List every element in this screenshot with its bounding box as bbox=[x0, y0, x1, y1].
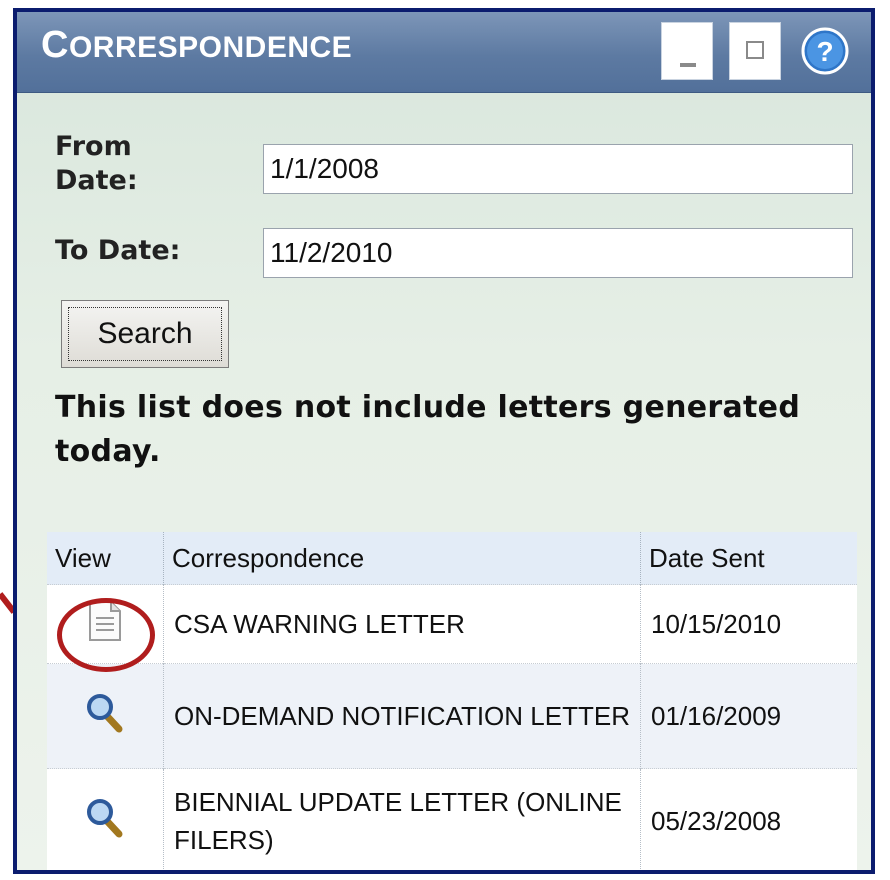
search-button[interactable]: Search bbox=[61, 300, 229, 368]
to-date-label: To Date: bbox=[55, 235, 181, 266]
date-sent: 10/15/2010 bbox=[640, 584, 857, 664]
table-row: ON-DEMAND NOTIFICATION LETTER 01/16/2009 bbox=[47, 663, 857, 769]
table-header-row: View Correspondence Date Sent bbox=[47, 532, 857, 585]
correspondence-name: CSA WARNING LETTER bbox=[163, 584, 641, 664]
table-row: CSA WARNING LETTER 10/15/2010 bbox=[47, 584, 857, 664]
window-title: CORRESPONDENCE bbox=[41, 24, 353, 66]
column-header-correspondence: Correspondence bbox=[163, 532, 641, 585]
to-date-input[interactable]: 11/2/2010 bbox=[263, 228, 853, 278]
from-date-label: From Date: bbox=[55, 131, 138, 196]
minimize-button[interactable] bbox=[661, 22, 713, 80]
from-date-input[interactable]: 1/1/2008 bbox=[263, 144, 853, 194]
correspondence-name: ON-DEMAND NOTIFICATION LETTER bbox=[163, 663, 641, 769]
column-header-view: View bbox=[47, 532, 164, 585]
svg-text:?: ? bbox=[816, 36, 833, 67]
correspondence-panel: CORRESPONDENCE ? From Date: 1/1/2008 To … bbox=[13, 8, 875, 874]
date-sent: 05/23/2008 bbox=[640, 768, 857, 870]
info-note: This list does not include letters gener… bbox=[55, 390, 801, 469]
correspondence-table: View Correspondence Date Sent CSA WARNIN… bbox=[47, 532, 857, 870]
maximize-button[interactable] bbox=[729, 22, 781, 80]
annotation-circle bbox=[57, 598, 155, 672]
magnifier-icon[interactable] bbox=[86, 693, 124, 733]
date-sent: 01/16/2009 bbox=[640, 663, 857, 769]
table-row: BIENNIAL UPDATE LETTER (ONLINE FILERS) 0… bbox=[47, 768, 857, 870]
view-cell bbox=[47, 663, 164, 769]
magnifier-icon[interactable] bbox=[86, 798, 124, 838]
titlebar: CORRESPONDENCE ? bbox=[17, 12, 871, 93]
view-cell bbox=[47, 768, 164, 870]
help-icon[interactable]: ? bbox=[799, 24, 851, 78]
correspondence-name: BIENNIAL UPDATE LETTER (ONLINE FILERS) bbox=[163, 768, 641, 870]
column-header-date-sent: Date Sent bbox=[640, 532, 857, 585]
